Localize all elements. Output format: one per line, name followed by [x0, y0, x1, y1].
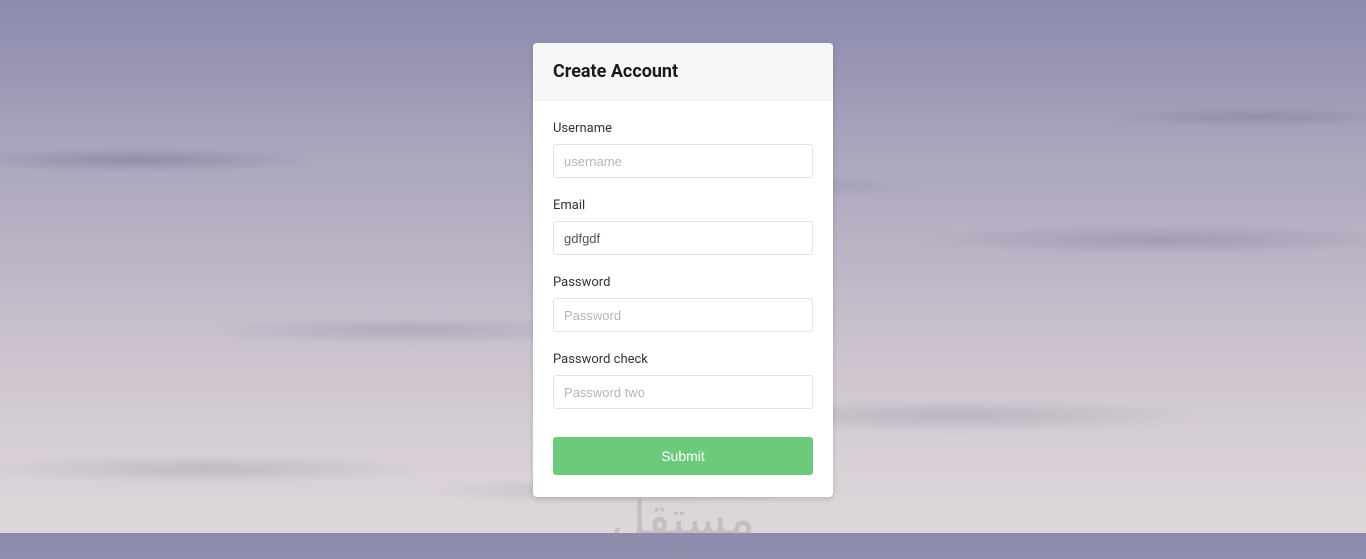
- password-label: Password: [553, 275, 813, 290]
- username-label: Username: [553, 121, 813, 136]
- username-group: Username: [553, 121, 813, 178]
- password-check-input[interactable]: [553, 375, 813, 409]
- watermark-english: mostaql.com: [611, 540, 755, 559]
- email-label: Email: [553, 198, 813, 213]
- password-check-group: Password check: [553, 352, 813, 409]
- submit-button[interactable]: Submit: [553, 437, 813, 475]
- username-input[interactable]: [553, 144, 813, 178]
- password-check-label: Password check: [553, 352, 813, 367]
- card-body: Username Email Password Password check S…: [533, 101, 833, 497]
- create-account-card: Create Account Username Email Password P…: [533, 43, 833, 497]
- password-group: Password: [553, 275, 813, 332]
- password-input[interactable]: [553, 298, 813, 332]
- card-header: Create Account: [533, 43, 833, 101]
- email-input[interactable]: [553, 221, 813, 255]
- form-title: Create Account: [553, 61, 813, 82]
- email-group: Email: [553, 198, 813, 255]
